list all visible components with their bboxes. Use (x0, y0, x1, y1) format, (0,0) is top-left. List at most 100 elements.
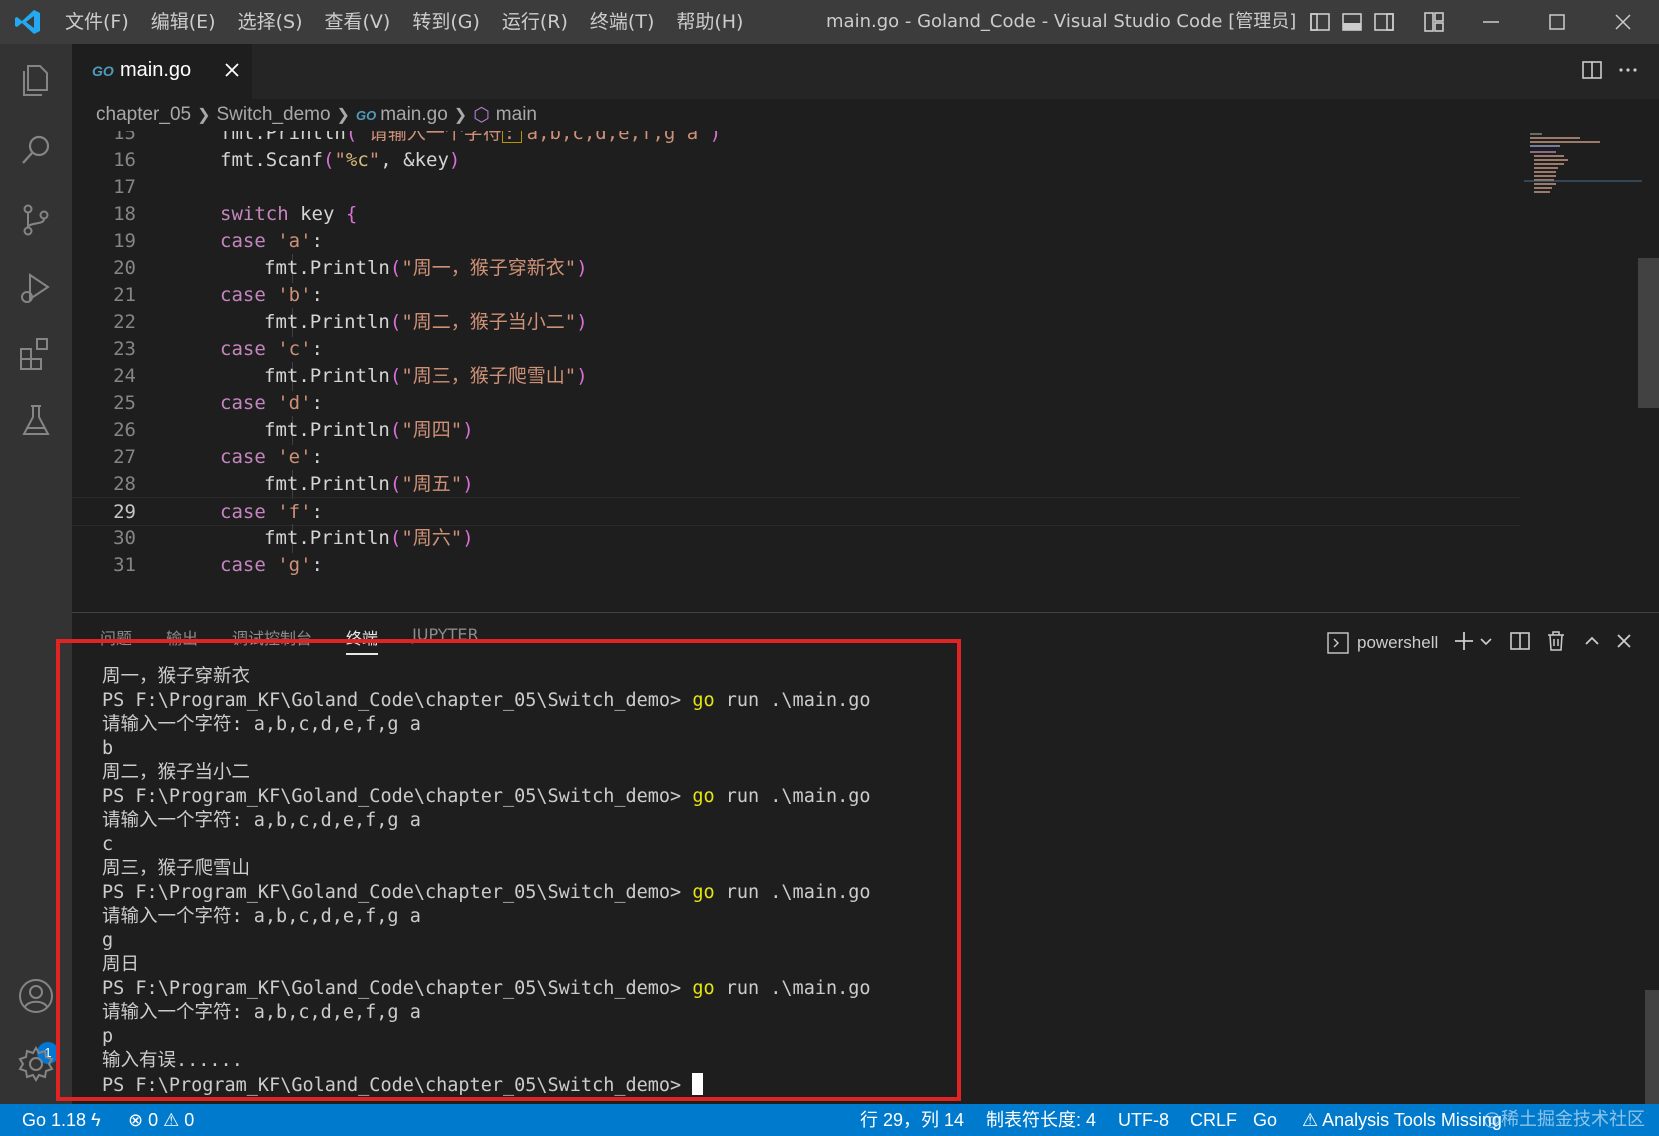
code-line[interactable]: 25 case 'd': (72, 389, 1528, 418)
breadcrumb-folder-chapter05[interactable]: chapter_05 (96, 104, 191, 126)
terminal-prompt: PS F:\Program_KF\Goland_Code\chapter_05\… (102, 978, 693, 999)
status-eol[interactable]: CRLF (1190, 1104, 1237, 1136)
terminal-line: c (102, 834, 114, 855)
code-line[interactable]: 30 fmt.Println("周六") (72, 524, 1528, 553)
terminal-output[interactable]: 周一，猴子穿新衣 PS F:\Program_KF\Goland_Code\cha… (102, 665, 1602, 1097)
panel-tab[interactable]: 调试控制台 (232, 625, 312, 655)
panel-tab[interactable]: JUPYTER (412, 625, 479, 655)
line-number: 21 (113, 284, 136, 306)
breadcrumb-file-main-go[interactable]: main.go (380, 104, 448, 126)
status-language[interactable]: Go (1253, 1104, 1277, 1136)
line-number: 31 (113, 554, 136, 576)
code-line[interactable]: 19 case 'a': (72, 227, 1528, 256)
chevron-up-icon[interactable] (1580, 629, 1604, 653)
toggle-secondary-sidebar-icon[interactable] (1372, 10, 1396, 34)
status-analysis-tools[interactable]: ⚠ Analysis Tools Missing (1302, 1104, 1502, 1136)
terminal-scrollbar[interactable] (1645, 990, 1659, 1105)
terminal-line: PS F:\Program_KF\Goland_Code\chapter_05\… (102, 689, 1602, 713)
code-line[interactable]: 29 case 'f': (72, 497, 1520, 526)
menu-item[interactable]: 查看(V) (314, 0, 402, 44)
split-terminal-icon[interactable] (1508, 629, 1532, 653)
menu-item[interactable]: 运行(R) (491, 0, 579, 44)
terminal-command: go (692, 786, 715, 807)
code-line[interactable]: 31 case 'g': (72, 551, 1528, 580)
menu-item[interactable]: 终端(T) (579, 0, 665, 44)
explorer-icon[interactable] (16, 60, 56, 100)
terminal-line: PS F:\Program_KF\Goland_Code\chapter_05\… (102, 785, 1602, 809)
code-text: switch key { (220, 203, 358, 225)
more-actions-icon[interactable] (1616, 58, 1640, 82)
terminal-command-args: run .\main.go (714, 882, 871, 903)
menu-item[interactable]: 编辑(E) (140, 0, 227, 44)
code-editor[interactable]: 15 fmt.Println("请输入一个字符: a,b,c,d,e,f,g a"… (72, 131, 1528, 612)
status-cursor-position[interactable]: 行 29，列 14 (860, 1104, 964, 1136)
menu-item[interactable]: 选择(S) (227, 0, 314, 44)
breadcrumb: chapter_05 ❯ Switch_demo ❯ GO main.go ❯ … (72, 99, 1659, 131)
maximize-button[interactable] (1524, 0, 1590, 44)
chevron-right-icon: ❯ (197, 107, 211, 124)
chevron-down-icon[interactable] (1474, 629, 1498, 653)
panel-tab[interactable]: 输出 (166, 625, 198, 655)
editor-scrollbar[interactable] (1638, 258, 1659, 408)
toggle-panel-icon[interactable] (1340, 10, 1364, 34)
extensions-icon[interactable] (16, 334, 56, 374)
new-terminal-plus-icon[interactable] (1452, 629, 1476, 653)
status-problems[interactable]: ⊗ 0 ⚠ 0 (128, 1104, 194, 1136)
terminal-command: go (692, 690, 715, 711)
minimap[interactable] (1524, 131, 1642, 211)
warning-icon: ⚠ (163, 1110, 180, 1130)
menu-item[interactable]: 帮助(H) (665, 0, 754, 44)
menu-item[interactable]: 转到(G) (401, 0, 491, 44)
code-line[interactable]: 26 fmt.Println("周四") (72, 416, 1528, 445)
code-line[interactable]: 17 (72, 173, 1528, 202)
chevron-right-icon: ❯ (453, 107, 468, 124)
analysis-tools-label: Analysis Tools Missing (1322, 1110, 1502, 1130)
minimize-button[interactable] (1458, 0, 1524, 44)
code-line[interactable]: 22 fmt.Println("周二，猴子当小二") (72, 308, 1528, 337)
close-panel-icon[interactable] (1612, 629, 1636, 653)
terminal-prompt: PS F:\Program_KF\Goland_Code\chapter_05\… (102, 786, 693, 807)
line-number: 22 (113, 311, 136, 333)
search-icon[interactable] (16, 130, 56, 170)
terminal-line: 请输入一个字符: a,b,c,d,e,f,g a (102, 714, 421, 735)
tab-main-go[interactable]: GO main.go (72, 44, 252, 100)
testing-flask-icon[interactable] (16, 400, 56, 440)
breadcrumb-folder-switch-demo[interactable]: Switch_demo (216, 104, 330, 126)
code-line[interactable]: 16 fmt.Scanf("%c", &key) (72, 146, 1528, 175)
tab-label: main.go (120, 59, 192, 81)
settings-gear-icon[interactable] (16, 1044, 56, 1084)
code-text: case 'b': (220, 284, 323, 306)
line-number: 30 (113, 527, 136, 549)
terminal-prompt: PS F:\Program_KF\Goland_Code\chapter_05\… (102, 1075, 693, 1096)
code-line[interactable]: 21 case 'b': (72, 281, 1528, 310)
code-line[interactable]: 23 case 'c': (72, 335, 1528, 364)
terminal-shell-selector[interactable]: powershell (1327, 628, 1438, 658)
code-line[interactable]: 27 case 'e': (72, 443, 1528, 472)
line-number: 26 (113, 419, 136, 441)
close-window-button[interactable] (1590, 0, 1656, 44)
account-icon[interactable] (16, 976, 56, 1016)
code-line[interactable]: 28 fmt.Println("周五") (72, 470, 1528, 499)
split-editor-icon[interactable] (1580, 58, 1604, 82)
status-tab-size[interactable]: 制表符长度: 4 (986, 1104, 1096, 1136)
panel-tab[interactable]: 终端 (346, 625, 379, 655)
status-encoding[interactable]: UTF-8 (1118, 1104, 1169, 1136)
source-control-icon[interactable] (16, 200, 56, 240)
toggle-primary-sidebar-icon[interactable] (1308, 10, 1332, 34)
terminal-command-args: run .\main.go (714, 786, 871, 807)
code-line[interactable]: 24 fmt.Println("周三，猴子爬雪山") (72, 362, 1528, 391)
status-go-version[interactable]: Go 1.18 ϟ (22, 1104, 101, 1136)
trash-icon[interactable] (1544, 629, 1568, 653)
code-line[interactable]: 20 fmt.Println("周一，猴子穿新衣") (72, 254, 1528, 283)
breadcrumb-symbol-main[interactable]: main (496, 104, 537, 126)
menu-item[interactable]: 文件(F) (54, 0, 140, 44)
terminal-command-args: run .\main.go (714, 978, 871, 999)
close-tab-icon[interactable] (220, 58, 244, 82)
bottom-panel: 问题 输出 调试控制台 终端 JUPYTER powershell 周一，猴子穿新衣 PS… (72, 612, 1659, 1105)
run-debug-icon[interactable] (16, 268, 56, 308)
panel-tab[interactable]: 问题 (100, 625, 132, 655)
warning-icon: ⚠ (1302, 1110, 1319, 1130)
code-line[interactable]: 18 switch key { (72, 200, 1528, 229)
code-text: case 'f': (220, 501, 323, 523)
customize-layout-icon[interactable] (1422, 10, 1446, 34)
